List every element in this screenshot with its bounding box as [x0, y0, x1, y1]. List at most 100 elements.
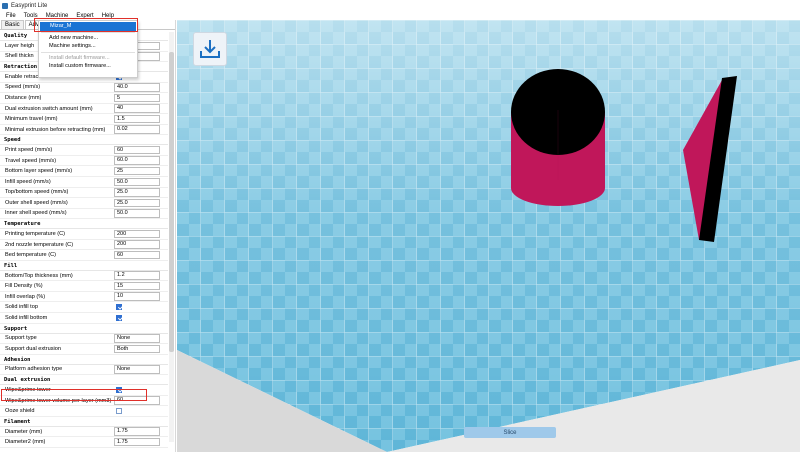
menu-help[interactable]: Help	[98, 13, 118, 19]
settings-scrollbar[interactable]	[169, 32, 174, 442]
setting-label: Print speed (mm/s)	[5, 147, 53, 154]
section-header: Temperature	[0, 219, 168, 230]
menu-expert[interactable]: Expert	[72, 13, 97, 19]
setting-label: Wipe&prime tower volume per layer (mm3)	[5, 397, 112, 404]
setting-row: Support type None	[0, 334, 168, 345]
setting-input[interactable]: 25.0	[114, 188, 160, 197]
setting-input[interactable]: 1.75	[114, 427, 160, 436]
setting-input[interactable]: 40	[114, 104, 160, 113]
setting-input[interactable]: 200	[114, 229, 160, 239]
setting-label: Support dual extrusion	[5, 345, 61, 352]
setting-row: Bed temperature (C) 60	[0, 250, 168, 261]
setting-label: Dual extrusion switch amount (mm)	[5, 105, 93, 112]
setting-checkbox[interactable]	[116, 304, 122, 311]
menu-separator	[41, 51, 135, 53]
setting-input[interactable]: 60	[114, 250, 160, 260]
machine-item-mizar[interactable]: Mizar_M	[40, 22, 136, 31]
section-header: Filament	[0, 417, 168, 427]
machine-dropdown: Mizar_M Add new machine... Machine setti…	[38, 20, 138, 78]
scroll-thumb[interactable]	[169, 52, 174, 352]
setting-input[interactable]: 200	[114, 240, 160, 249]
install-custom-firmware-item[interactable]: Install custom firmware...	[39, 62, 137, 71]
section-header: Fill	[0, 261, 168, 271]
setting-input[interactable]: 5	[114, 93, 160, 103]
setting-input[interactable]: 15	[114, 281, 160, 291]
menu-separator	[41, 31, 135, 33]
setting-input[interactable]: 0.02	[114, 125, 160, 134]
section-header: Dual extrusion	[0, 375, 168, 386]
app-icon	[2, 2, 8, 9]
setting-label: Platform adhesion type	[5, 366, 63, 373]
setting-checkbox-row: Solid infill top	[0, 302, 168, 314]
slice-button[interactable]: Slice	[464, 427, 556, 438]
setting-row: 2nd nozzle temperature (C) 200	[0, 240, 168, 251]
section-header: Adhesion	[0, 355, 168, 365]
setting-input[interactable]: 1.75	[114, 437, 160, 447]
settings-panel: Basic Adv Quality Layer heigh Shell thickn…	[0, 20, 176, 452]
setting-label: Wipe&prime tower	[5, 386, 51, 393]
setting-label: Distance (mm)	[5, 94, 42, 101]
menu-machine[interactable]: Machine	[42, 13, 73, 19]
setting-input[interactable]: 60	[114, 396, 160, 405]
setting-input[interactable]: 60	[114, 145, 160, 155]
setting-checkbox[interactable]	[116, 386, 122, 393]
setting-label: Diameter2 (mm)	[5, 439, 46, 446]
setting-label: Solid infill top	[5, 304, 38, 311]
menu-bar: File Tools Machine Expert Help	[0, 11, 800, 20]
setting-row: Diameter2 (mm) 1.75	[0, 437, 168, 448]
setting-label: Inner shell speed (mm/s)	[5, 210, 67, 217]
setting-label: Diameter (mm)	[5, 428, 43, 435]
setting-row: Outer shell speed (mm/s) 25.0	[0, 198, 168, 209]
setting-input[interactable]: None	[114, 334, 160, 343]
setting-label: Top/bottom speed (mm/s)	[5, 189, 69, 196]
setting-label: Speed (mm/s)	[5, 84, 41, 91]
title-bar: Easyprint Lite	[0, 0, 800, 11]
setting-input[interactable]: 50.0	[114, 177, 160, 187]
setting-label: Support type	[5, 335, 37, 342]
setting-input[interactable]: 10	[114, 292, 160, 301]
slice-label: Slice	[503, 429, 517, 436]
setting-row: Top/bottom speed (mm/s) 25.0	[0, 188, 168, 199]
add-new-machine-item[interactable]: Add new machine...	[39, 34, 137, 43]
setting-row: Print speed (mm/s) 60	[0, 145, 168, 156]
setting-label: Infill speed (mm/s)	[5, 178, 51, 185]
cylinder-model[interactable]	[511, 69, 605, 206]
setting-row: Support dual extrusion Both	[0, 344, 168, 355]
setting-label: Printing temperature (C)	[5, 230, 65, 237]
setting-input[interactable]: 40.0	[114, 83, 160, 92]
setting-checkbox[interactable]	[116, 314, 122, 321]
3d-viewport[interactable]: Slice	[177, 20, 800, 452]
setting-label: Fill Density (%)	[5, 283, 43, 290]
setting-label: Infill overlap (%)	[5, 293, 46, 300]
setting-label: Minimum travel (mm)	[5, 116, 58, 123]
setting-row: Dual extrusion switch amount (mm) 40	[0, 104, 168, 115]
setting-label: Outer shell speed (mm/s)	[5, 199, 68, 206]
machine-settings-item[interactable]: Machine settings...	[39, 42, 137, 51]
tab-basic[interactable]: Basic	[1, 20, 24, 29]
setting-input[interactable]: 60.0	[114, 156, 160, 165]
settings-list: Quality Layer heigh Shell thickn Retraction…	[0, 31, 168, 448]
menu-tools[interactable]: Tools	[20, 13, 42, 19]
setting-input[interactable]: 50.0	[114, 209, 160, 218]
load-model-button[interactable]	[193, 32, 227, 66]
setting-row: Bottom layer speed (mm/s) 25	[0, 166, 168, 178]
setting-row: Bottom/Top thickness (mm) 1.2	[0, 271, 168, 282]
setting-label: Bottom/Top thickness (mm)	[5, 272, 73, 279]
setting-input[interactable]: 1.2	[114, 271, 160, 280]
setting-row: Travel speed (mm/s) 60.0	[0, 156, 168, 167]
setting-row: Fill Density (%) 15	[0, 281, 168, 292]
setting-row: Infill overlap (%) 10	[0, 292, 168, 303]
setting-row: Infill speed (mm/s) 50.0	[0, 177, 168, 188]
setting-input[interactable]: None	[114, 365, 160, 374]
setting-checkbox[interactable]	[116, 408, 122, 415]
setting-input[interactable]: 1.5	[114, 114, 160, 124]
setting-label: Ooze shield	[5, 408, 35, 415]
setting-input[interactable]: Both	[114, 344, 160, 354]
setting-row: Inner shell speed (mm/s) 50.0	[0, 209, 168, 220]
setting-label: Bed temperature (C)	[5, 252, 56, 259]
install-default-firmware-item: Install default firmware...	[49, 54, 110, 61]
section-header: Speed	[0, 135, 168, 146]
menu-file[interactable]: File	[2, 13, 20, 19]
setting-input[interactable]: 25	[114, 166, 160, 176]
setting-input[interactable]: 25.0	[114, 198, 160, 208]
